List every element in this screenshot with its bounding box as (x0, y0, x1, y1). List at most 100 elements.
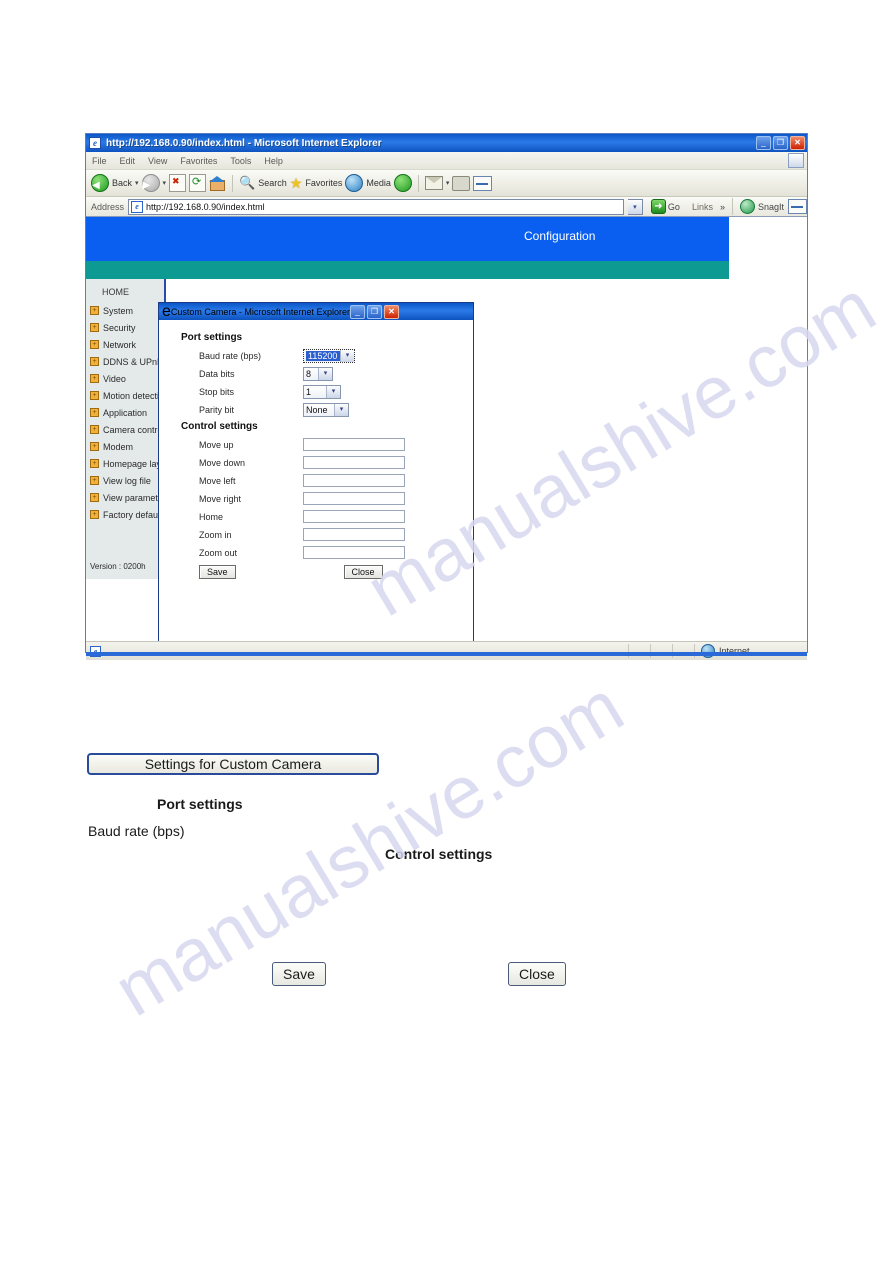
go-button[interactable]: ➜ Go (650, 199, 680, 214)
expand-icon[interactable]: + (90, 357, 99, 366)
back-button[interactable]: ◀ Back ▾ (91, 174, 139, 192)
expand-icon[interactable]: + (90, 323, 99, 332)
sidebar-item-view-parameters[interactable]: + View parameters (86, 489, 164, 506)
menu-item-view[interactable]: View (148, 156, 167, 166)
expand-icon[interactable]: + (90, 306, 99, 315)
annotation-control-settings-heading: Control settings (385, 846, 493, 862)
address-input[interactable]: e http://192.168.0.90/index.html (128, 198, 624, 215)
sidebar-item-ddns-upnp[interactable]: + DDNS & UPnP (86, 353, 164, 370)
links-label[interactable]: Links (692, 202, 713, 212)
dialog-restore-button[interactable]: ❐ (366, 304, 382, 319)
stop-bits-select[interactable]: 1 ▾ (303, 384, 341, 399)
stop-icon[interactable] (169, 174, 187, 192)
search-button-label: Search (258, 178, 287, 188)
move-left-input[interactable] (303, 474, 405, 487)
back-dropdown-caret-icon[interactable]: ▾ (135, 179, 139, 187)
home-icon[interactable] (209, 175, 226, 191)
print-icon[interactable] (452, 175, 471, 191)
move-left-row: Move left (181, 472, 473, 489)
minimize-button[interactable]: _ (756, 136, 771, 150)
snagit-edit-icon[interactable] (788, 199, 807, 214)
sidebar-item-application[interactable]: + Application (86, 404, 164, 421)
refresh-icon[interactable] (189, 174, 207, 192)
mail-dropdown-caret-icon[interactable]: ▾ (446, 179, 450, 187)
sidebar-item-camera-control[interactable]: + Camera control (86, 421, 164, 438)
media-globe-icon (345, 174, 364, 192)
expand-icon[interactable]: + (90, 425, 99, 434)
history-button[interactable] (393, 174, 412, 192)
address-dropdown-icon[interactable]: ▾ (627, 198, 643, 215)
parity-bit-row: Parity bit None ▾ (181, 401, 473, 418)
close-button[interactable]: ✕ (790, 136, 805, 150)
sidebar-item-label: Security (103, 322, 136, 333)
menu-bar-logo-icon (788, 153, 804, 168)
mail-button[interactable]: ▾ (424, 176, 450, 190)
move-up-input[interactable] (303, 438, 405, 451)
menu-item-help[interactable]: Help (264, 156, 283, 166)
data-bits-select[interactable]: 8 ▾ (303, 366, 333, 381)
menu-item-tools[interactable]: Tools (230, 156, 251, 166)
expand-icon[interactable]: + (90, 340, 99, 349)
sidebar-item-system[interactable]: + System (86, 302, 164, 319)
sidebar-item-network[interactable]: + Network (86, 336, 164, 353)
snagit-button[interactable]: SnagIt (739, 199, 784, 214)
menu-item-edit[interactable]: Edit (120, 156, 136, 166)
restore-button[interactable]: ❐ (773, 136, 788, 150)
move-right-input[interactable] (303, 492, 405, 505)
sidebar-item-factory-default[interactable]: + Factory default (86, 506, 164, 523)
menu-item-favorites[interactable]: Favorites (180, 156, 217, 166)
move-down-input[interactable] (303, 456, 405, 469)
dialog-minimize-button[interactable]: _ (349, 304, 365, 319)
favorites-button[interactable]: ★ Favorites (290, 175, 343, 192)
close-button[interactable]: Close (343, 565, 383, 579)
edit-icon[interactable] (473, 175, 493, 191)
expand-icon[interactable]: + (90, 459, 99, 468)
sidebar-item-motion-detection[interactable]: + Motion detection (86, 387, 164, 404)
chevron-down-icon: ▾ (334, 403, 348, 416)
menu-item-file[interactable]: File (92, 156, 107, 166)
expand-icon[interactable]: + (90, 493, 99, 502)
home-input[interactable] (303, 510, 405, 523)
forward-button[interactable]: ▶ ▾ (141, 174, 167, 192)
zoom-in-input[interactable] (303, 528, 405, 541)
sidebar-item-home[interactable]: HOME (86, 285, 164, 302)
save-button[interactable]: Save (199, 565, 236, 579)
expand-icon[interactable]: + (90, 408, 99, 417)
annotation-port-settings-heading: Port settings (157, 796, 243, 812)
toolbar-separator (232, 174, 234, 192)
expand-icon[interactable]: + (90, 476, 99, 485)
sidebar-item-modem[interactable]: + Modem (86, 438, 164, 455)
links-chevron-icon[interactable]: » (720, 202, 725, 212)
chevron-down-icon: ▾ (340, 349, 354, 362)
sidebar-item-view-log-file[interactable]: + View log file (86, 472, 164, 489)
sidebar-item-label: DDNS & UPnP (103, 356, 164, 367)
expand-icon[interactable]: + (90, 510, 99, 519)
go-button-label: Go (667, 201, 680, 212)
page-banner-accent (86, 261, 729, 279)
sidebar-item-homepage-layout[interactable]: + Homepage layout (86, 455, 164, 472)
sidebar-item-video[interactable]: + Video (86, 370, 164, 387)
expand-icon[interactable]: + (90, 442, 99, 451)
data-bits-row: Data bits 8 ▾ (181, 365, 473, 382)
address-label: Address (91, 201, 125, 212)
parity-bit-label: Parity bit (199, 404, 235, 415)
dialog-button-row: Save Close (181, 565, 473, 579)
browser-address-bar: Address e http://192.168.0.90/index.html… (86, 197, 807, 217)
parity-bit-select[interactable]: None ▾ (303, 402, 349, 417)
zoom-out-row: Zoom out (181, 544, 473, 561)
data-bits-label: Data bits (199, 368, 235, 379)
favorites-button-label: Favorites (305, 178, 343, 188)
expand-icon[interactable]: + (90, 391, 99, 400)
zoom-out-input[interactable] (303, 546, 405, 559)
internet-explorer-icon: e (89, 137, 101, 149)
media-button[interactable]: Media (345, 174, 391, 192)
expand-icon[interactable]: + (90, 374, 99, 383)
search-button[interactable]: 🔍 Search (239, 175, 287, 191)
toolbar-separator-2 (417, 174, 419, 192)
baud-rate-select[interactable]: 115200 ▾ (303, 348, 355, 363)
forward-dropdown-caret-icon[interactable]: ▾ (163, 179, 167, 187)
move-right-row: Move right (181, 490, 473, 507)
dialog-close-button[interactable]: ✕ (383, 304, 399, 319)
sidebar-item-security[interactable]: + Security (86, 319, 164, 336)
zoom-out-label: Zoom out (199, 547, 238, 558)
